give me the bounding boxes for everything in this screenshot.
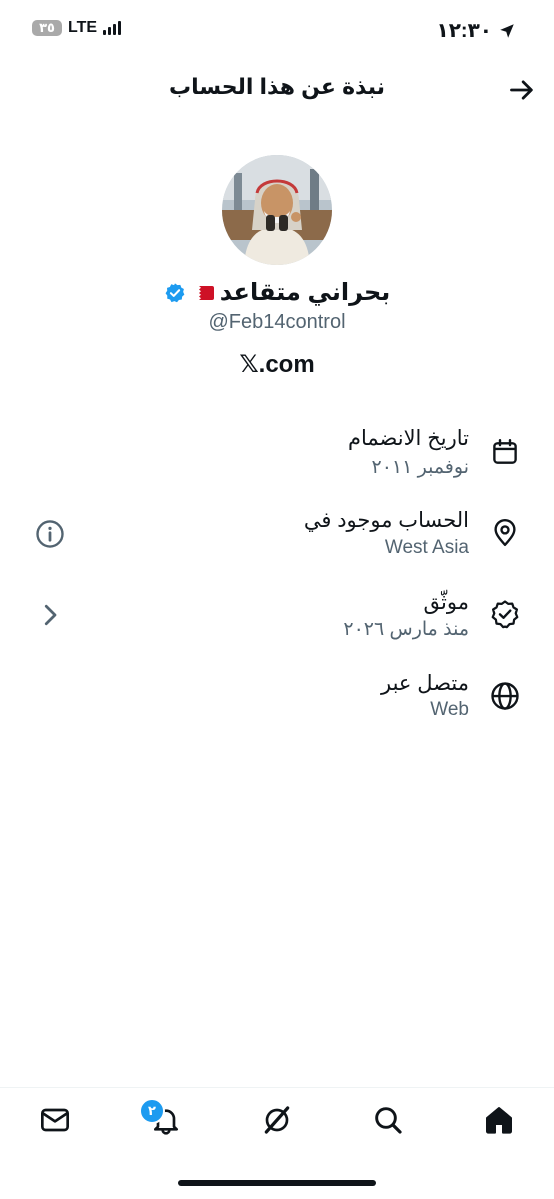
battery-icon: ٣٥ [32,20,62,36]
back-arrow-icon[interactable] [508,76,536,104]
network-type: LTE [68,19,98,36]
home-icon[interactable] [483,1104,515,1136]
info-label-joined: تاريخ الانضمام [347,427,469,450]
status-time-text: ١٢:٣٠ [436,20,493,42]
chevron-right-icon[interactable] [35,600,65,630]
grok-icon[interactable] [261,1104,293,1136]
info-label-connected-via: متصل عبر [381,672,469,695]
messages-icon[interactable] [39,1104,71,1136]
bahrain-flag-icon [191,285,214,300]
home-indicator [178,1180,376,1186]
notifications-badge: ٢ [139,1098,165,1124]
info-value-location: West Asia [384,537,469,558]
info-label-verified: موثّق [423,591,469,614]
verified-check-icon [165,282,185,302]
info-value-joined: نوفمبر ٢٠١١ [371,457,470,478]
status-indicators: ٣٥ LTE [32,19,122,37]
website-link[interactable]: 𝕏.com [0,350,554,379]
search-icon[interactable] [372,1104,404,1136]
calendar-icon [493,438,517,464]
info-value-verified: منذ مارس ٢٠٢٦ [343,619,469,640]
globe-icon [491,682,519,710]
page-title: نبذة عن هذا الحساب [168,74,385,99]
signal-icon [103,21,122,35]
avatar [222,155,332,265]
profile-handle: @Feb14control [208,311,346,333]
verified-badge-icon [491,600,519,629]
tab-bar-divider [0,1087,554,1088]
profile-name: بحراني متقاعد [219,279,391,306]
location-arrow-icon [500,23,514,38]
profile-name-row: بحراني متقاعد [0,278,554,307]
info-label-location: الحساب موجود في [303,509,469,532]
location-pin-icon [494,518,516,547]
info-value-connected-via: Web [430,699,469,720]
status-time: ١٢:٣٠ [437,18,517,43]
info-circle-icon[interactable] [35,519,65,549]
